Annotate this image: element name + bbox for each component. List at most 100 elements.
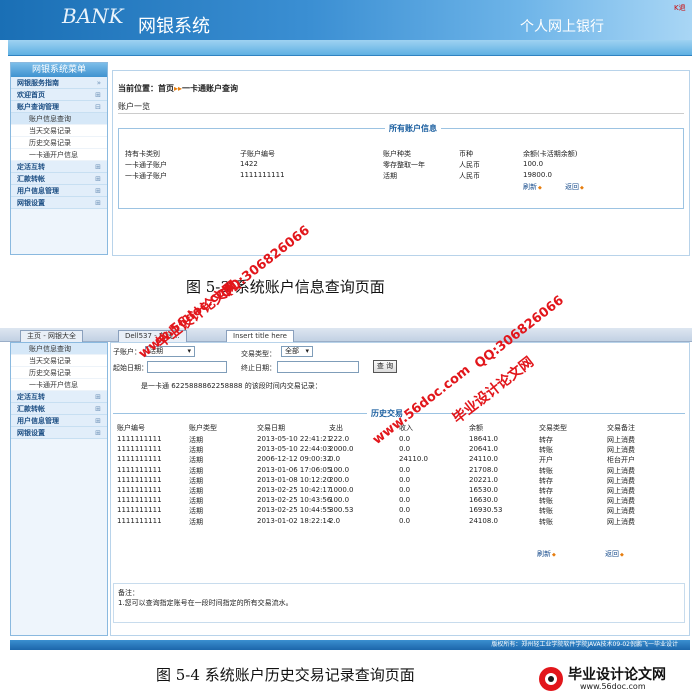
table-cell: 100.0 [523,160,544,168]
history-table: 账户编号 账户类型 交易日期 支出 收入 余额 交易类型 交易备注 1111111111 活期 20… [117,423,677,533]
browser-tab-bar [0,328,692,342]
sidebar-sub-history-records[interactable]: 历史交易记录 [11,367,107,379]
table-cell: 人民币 [459,172,480,180]
table-cell: 2013-01-06 17:06:05 [257,465,332,474]
table-cell: 2013-02-25 10:42:17 [257,486,332,494]
browser-tab-active[interactable]: Insert title here [226,330,294,342]
sidebar-sub-today-records[interactable]: 当天交易记录 [11,125,107,137]
table-cell: 222.0 [329,435,350,443]
main-content: 当前位置：首页▸▸一卡通账户查询 账户一览 所有账户信息 持有卡类别 子账户编号… [112,70,690,256]
table-cell: 200.0 [329,475,350,484]
header-bar [8,40,692,56]
table-cell: 人民币 [459,161,480,169]
expand-icon: ⊞ [95,199,101,207]
table-cell: 1111111111 [117,465,162,474]
expand-icon: ⊞ [95,429,101,437]
panel-right-border [683,128,684,208]
table-cell: 0.0 [399,496,411,505]
history-content: 子账户： 活期 ▾ 交易类型： 全部 ▾ 起始日期： 终止日期： 查 询 是一卡通 … [110,342,690,636]
sidebar-item-settings[interactable]: 网银设置 ⊞ [11,427,107,439]
table-cell: 20641.0 [469,445,498,454]
table-cell: 18641.0 [469,435,498,443]
browser-tab[interactable]: 主页 - 网银大全 [20,330,83,342]
sidebar-item-user-info[interactable]: 用户信息管理 ⊞ [11,415,107,427]
table-cell: 1111111111 [117,486,162,494]
sidebar-sub-card-open-info[interactable]: 一卡通开户信息 [11,379,107,391]
back-link[interactable]: 返回 [605,549,624,559]
expand-icon: ⊞ [95,405,101,413]
chevron-icon: » [96,79,101,87]
dropdown-icon: ▾ [187,347,191,355]
table-cell: 活期 [189,517,203,526]
table-cell: 活期 [189,497,203,506]
table-cell: 网上消费 [607,466,635,475]
breadcrumb-home[interactable]: 首页 [158,84,174,93]
table-cell: 24108.0 [469,516,498,525]
expand-icon: ⊞ [95,417,101,425]
refresh-link[interactable]: 刷新 [523,182,542,192]
table-cell: 16530.0 [469,486,498,494]
table-cell: 1111111111 [117,455,162,464]
collapse-icon: ⊟ [95,103,101,111]
table-cell: 转账 [539,497,553,506]
table-cell: 2013-02-25 10:43:56 [257,496,332,505]
end-date-input[interactable] [277,361,359,373]
table-cell: 2013-01-08 10:12:20 [257,475,332,484]
sidebar-item-guide[interactable]: 网银服务指南» [11,77,107,89]
table-cell: 一卡通子账户 [125,172,167,180]
sidebar-sub-today-records[interactable]: 当天交易记录 [11,355,107,367]
table-cell: 转账 [539,507,553,516]
txn-type-select[interactable]: 全部 ▾ [281,346,313,357]
panel-title: 所有账户信息 [385,123,441,134]
table-cell: 1111111111 [117,445,162,454]
query-button[interactable]: 查 询 [373,360,397,373]
table-cell: 转账 [539,466,553,475]
table-cell: 2013-05-10 22:44:03 [257,445,332,454]
sidebar-item-settings[interactable]: 网银设置 ⊞ [11,197,107,209]
arrow-icon: ▸▸ [174,84,183,93]
breadcrumb: 当前位置：首页▸▸一卡通账户查询 [118,84,239,93]
table-cell: 1111111111 [117,435,162,443]
sidebar-sub-account-info[interactable]: 账户信息查询 [11,343,107,355]
sidebar-item-user-info[interactable]: 用户信息管理 ⊞ [11,185,107,197]
logo-emblem-icon [539,667,563,691]
table-cell: 转存 [539,476,553,485]
info-line: 是一卡通 6225888862258888 的该段时间内交易记录： [141,382,322,390]
table-cell: 100.0 [329,496,350,505]
table-cell: 0.0 [399,435,411,443]
table-cell: 0.0 [399,486,411,494]
table-cell: 活期 [189,436,203,444]
table-cell: 2013-02-25 10:44:55 [257,506,332,515]
table-cell: 1111111111 [117,475,162,484]
sidebar-2: 账户信息查询 当天交易记录 历史交易记录 一卡通开户信息 定活互转 ⊞ 汇款转帐 ⊞… [10,342,108,636]
sidebar-item-account-query[interactable]: 账户查询管理 ⊟ [11,101,107,113]
sidebar-item-remittance[interactable]: 汇款转帐 ⊞ [11,173,107,185]
table-header: 余额 [469,424,483,432]
section-label: 账户一览 [118,102,150,111]
logout-link[interactable]: K退 [674,3,686,13]
sidebar-item-transfer[interactable]: 定活互转 ⊞ [11,391,107,403]
sidebar-sub-account-info[interactable]: 账户信息查询 [11,113,107,125]
table-cell: 活期 [383,172,397,180]
back-link[interactable]: 返回 [565,182,584,192]
personal-bank-title: 个人网上银行 [520,19,604,35]
account-info-screenshot: BANK 网银系统 个人网上银行 K退 网银系统菜单 网银服务指南» 欢迎首页 ⊞… [0,0,692,258]
sidebar-item-transfer[interactable]: 定活互转 ⊞ [11,161,107,173]
refresh-link[interactable]: 刷新 [537,549,556,559]
table-cell: 一卡通子账户 [125,161,167,169]
table-header: 子账户编号 [240,150,275,158]
table-header: 币种 [459,150,473,158]
table-cell: 0.0 [399,475,411,484]
table-cell: 0.0 [399,516,411,525]
start-date-input[interactable] [147,361,227,373]
table-cell: 活期 [189,476,203,485]
sidebar-item-home[interactable]: 欢迎首页 ⊞ [11,89,107,101]
note-box: 备注： 1.您可以查询指定账号在一段时间指定的所有交易流水。 [113,583,685,623]
table-cell: 2013-05-10 22:41:21 [257,435,332,443]
sidebar-item-remittance[interactable]: 汇款转帐 ⊞ [11,403,107,415]
sidebar-sub-history-records[interactable]: 历史交易记录 [11,137,107,149]
table-cell: 1111111111 [117,496,162,505]
table-cell: 1111111111 [117,516,162,525]
panel-left-border [118,128,119,208]
sidebar-sub-card-open-info[interactable]: 一卡通开户信息 [11,149,107,161]
